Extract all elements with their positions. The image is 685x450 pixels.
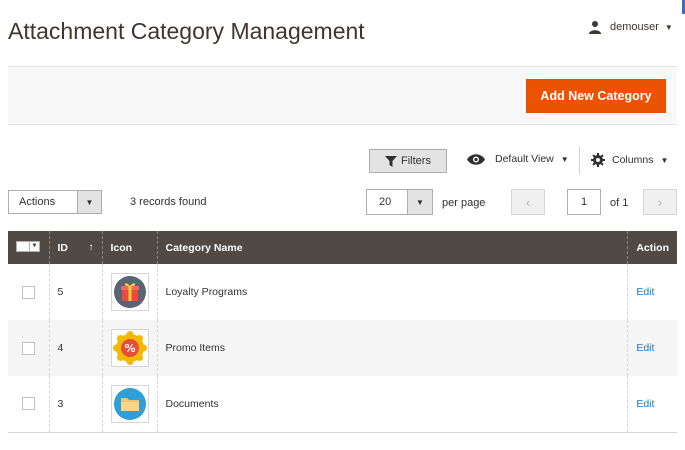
add-new-category-button[interactable]: Add New Category [526,79,666,113]
columns-label: Columns [612,154,654,166]
category-name: Documents [156,376,628,433]
folder-icon [113,387,146,420]
mass-actions-select[interactable]: Actions ▼ [8,190,102,214]
per-page-label: per page [442,197,486,209]
page-actions-bar: Add New Category [8,66,677,125]
columns-dropdown[interactable]: Columns ▼ [591,153,668,167]
row-id: 5 [48,264,102,320]
category-name: Loyalty Programs [156,264,628,320]
view-label: Default View [495,153,554,165]
chevron-down-icon: ▼ [660,155,669,165]
chevron-down-icon: ▼ [560,154,569,164]
select-all-checkbox[interactable] [16,240,30,252]
previous-page-button[interactable]: ‹ [511,189,545,215]
username: demouser [610,21,659,33]
edit-link[interactable]: Edit [636,398,654,410]
per-page-value: 20 [379,196,392,208]
chevron-down-icon: ▼ [407,190,432,214]
category-icon-thumbnail [110,384,149,423]
sort-ascending-icon: ↑ [88,241,94,253]
svg-text:%: % [124,342,135,355]
user-menu[interactable]: demouser ▼ [588,20,673,34]
chevron-down-icon[interactable]: ▼ [30,240,40,252]
eye-icon [467,153,485,165]
category-icon-thumbnail: % [110,329,149,367]
row-checkbox[interactable] [22,285,35,299]
grid-header-row: ▼ ID ↑ Icon Category Name Action [8,231,677,264]
mass-select-checkbox[interactable]: ▼ [16,240,40,252]
page-count: of 1 [610,197,629,209]
user-icon [589,21,601,34]
column-header-icon: Icon [101,231,157,264]
page-number-input[interactable]: 1 [567,189,601,215]
select-all-header[interactable]: ▼ [8,231,49,264]
category-icon-thumbnail [110,273,149,311]
chevron-left-icon: ‹ [525,194,531,210]
column-header-action: Action [627,231,677,264]
edit-link[interactable]: Edit [636,286,654,298]
records-found: 3 records found [130,196,207,208]
per-page-select[interactable]: 20 ▼ [366,189,433,215]
chevron-right-icon: › [657,194,663,210]
row-id: 4 [48,320,102,376]
actions-label: Actions [19,196,56,208]
chevron-down-icon: ▼ [664,22,673,32]
view-dropdown[interactable]: Default View ▼ [467,153,569,165]
toolbar-divider [579,147,580,175]
category-grid: ▼ ID ↑ Icon Category Name Action 5 Loyal… [8,231,677,433]
filters-button[interactable]: Filters [369,149,447,173]
table-row[interactable]: 3 Documents Edit [8,376,677,433]
page-title: Attachment Category Management [8,18,365,44]
row-checkbox[interactable] [22,397,35,411]
next-page-button[interactable]: › [643,189,677,215]
column-header-id-label: ID [57,241,69,254]
chevron-down-icon: ▼ [77,191,101,213]
category-name: Promo Items [156,320,628,376]
percent-badge-icon: % [112,331,147,365]
row-id: 3 [48,376,102,433]
column-header-category-name[interactable]: Category Name [156,231,628,264]
table-row[interactable]: 5 Loyalty Programs Edit [8,264,677,320]
gear-icon [591,153,605,167]
column-header-id[interactable]: ID ↑ [48,231,102,264]
filter-icon [385,155,398,167]
row-checkbox[interactable] [22,341,35,355]
edit-link[interactable]: Edit [636,342,654,354]
filters-label: Filters [401,155,431,167]
gift-icon [113,276,146,308]
table-row[interactable]: 4 % Promo Items Edit [8,320,677,376]
